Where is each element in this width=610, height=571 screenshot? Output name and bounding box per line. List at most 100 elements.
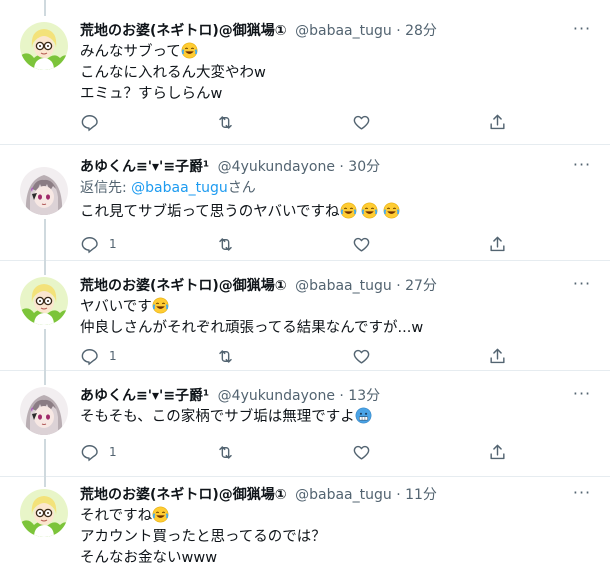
tweet-actions: 1 xyxy=(80,345,510,367)
tweet[interactable]: 荒地のお婆(ネギトロ)@御猟場① @babaa_tugu · 27分 ··· ヤ… xyxy=(0,261,610,371)
reply-suffix: さん xyxy=(227,180,256,196)
tweet-header: 荒地のお婆(ネギトロ)@御猟場① @babaa_tugu · 27分 xyxy=(80,275,594,297)
retweet-icon xyxy=(219,349,232,363)
laughing-emoji-icon xyxy=(340,202,357,219)
timestamp[interactable]: · 28分 xyxy=(396,23,437,39)
avatar[interactable] xyxy=(20,387,68,435)
reply-icon xyxy=(81,236,98,253)
replying-to: 返信先: @babaa_tuguさん xyxy=(80,178,594,198)
tweet[interactable]: 荒地のお婆(ネギトロ)@御猟場① @babaa_tugu · 11分 ··· そ… xyxy=(0,477,610,571)
tweet-text: これ見てサブ垢って思うのヤバいですね xyxy=(80,202,594,223)
reply-count: 1 xyxy=(109,445,117,459)
share-button[interactable] xyxy=(488,441,510,463)
laughing-emoji-icon xyxy=(361,202,378,219)
thread-line-top xyxy=(44,0,46,16)
share-icon xyxy=(490,236,505,251)
tweet[interactable]: 荒地のお婆(ネギトロ)@御猟場① @babaa_tugu · 28分 ··· み… xyxy=(0,0,610,145)
retweet-button[interactable] xyxy=(216,111,276,133)
retweet-button[interactable] xyxy=(216,345,276,367)
tweet[interactable]: あゆくん≡'▾'≡子爵¹ @4yukundayone · 13分 ··· そもそ… xyxy=(0,371,610,477)
retweet-button[interactable] xyxy=(216,233,276,255)
tweet-line: 仲良しさんがそれぞれ頑張ってる結果なんですが...w xyxy=(80,320,424,336)
tweet-header: あゆくん≡'▾'≡子爵¹ @4yukundayone · 13分 xyxy=(80,385,594,407)
tweet-header: あゆくん≡'▾'≡子爵¹ @4yukundayone · 30分 xyxy=(80,156,594,178)
tweet[interactable]: あゆくん≡'▾'≡子爵¹ @4yukundayone · 30分 ··· 返信先… xyxy=(0,145,610,261)
username[interactable]: @4yukundayone xyxy=(218,159,335,175)
tweet-header: 荒地のお婆(ネギトロ)@御猟場① @babaa_tugu · 28分 xyxy=(80,20,594,42)
avatar[interactable] xyxy=(20,167,68,215)
retweet-icon xyxy=(219,445,232,459)
share-icon xyxy=(490,444,505,459)
reply-button[interactable] xyxy=(80,111,140,133)
laughing-emoji-icon xyxy=(383,202,400,219)
thread-line-top xyxy=(44,371,46,385)
tweet-line: みんなサブって xyxy=(80,44,181,60)
display-name[interactable]: あゆくん≡'▾'≡子爵¹ xyxy=(80,388,209,404)
retweet-icon xyxy=(219,115,232,129)
reply-prefix: 返信先: xyxy=(80,180,127,196)
tweet-line: そんなお金ないwww xyxy=(80,550,218,566)
username[interactable]: @4yukundayone xyxy=(218,388,335,404)
avatar[interactable] xyxy=(20,22,68,70)
reply-button[interactable]: 1 xyxy=(80,441,140,463)
tweet-text: そもそも、この家柄でサブ垢は無理ですよ xyxy=(80,407,594,428)
thread-line xyxy=(44,329,46,371)
thread-line xyxy=(44,439,46,477)
reply-to-link[interactable]: @babaa_tugu xyxy=(131,180,228,196)
reply-icon xyxy=(81,114,98,131)
display-name[interactable]: 荒地のお婆(ネギトロ)@御猟場① xyxy=(80,487,287,503)
retweet-button[interactable] xyxy=(216,441,276,463)
display-name[interactable]: 荒地のお婆(ネギトロ)@御猟場① xyxy=(80,278,287,294)
more-options-icon[interactable]: ··· xyxy=(570,484,594,506)
cold-face-emoji-icon xyxy=(355,407,372,424)
laughing-emoji-icon xyxy=(152,506,169,523)
reply-button[interactable]: 1 xyxy=(80,345,140,367)
tweet-header: 荒地のお婆(ネギトロ)@御猟場① @babaa_tugu · 11分 xyxy=(80,484,594,506)
display-name[interactable]: 荒地のお婆(ネギトロ)@御猟場① xyxy=(80,23,287,39)
tweet-text: それですね アカウント買ったと思ってるのでは？ そんなお金ないwww xyxy=(80,506,594,569)
tweet-line: これ見てサブ垢って思うのヤバいですね xyxy=(80,204,340,220)
timestamp[interactable]: · 27分 xyxy=(396,278,437,294)
username[interactable]: @babaa_tugu xyxy=(295,487,392,503)
retweet-icon xyxy=(219,237,232,251)
reply-icon xyxy=(81,348,98,365)
like-button[interactable] xyxy=(352,345,412,367)
avatar[interactable] xyxy=(20,489,68,537)
avatar[interactable] xyxy=(20,277,68,325)
more-options-icon[interactable]: ··· xyxy=(570,156,594,178)
thread-line-top xyxy=(44,261,46,275)
reply-button[interactable]: 1 xyxy=(80,233,140,255)
tweet-line: エミュ？すらしらんw xyxy=(80,86,223,102)
timestamp[interactable]: · 13分 xyxy=(339,388,380,404)
tweet-line: ヤバいです xyxy=(80,299,152,315)
share-button[interactable] xyxy=(488,111,510,133)
tweet-thread: 荒地のお婆(ネギトロ)@御猟場① @babaa_tugu · 28分 ··· み… xyxy=(0,0,610,571)
heart-icon xyxy=(353,445,370,460)
username[interactable]: @babaa_tugu xyxy=(295,278,392,294)
heart-icon xyxy=(353,349,370,364)
like-button[interactable] xyxy=(352,441,412,463)
tweet-line: こんなに入れるん大変やわw xyxy=(80,65,266,81)
more-options-icon[interactable]: ··· xyxy=(570,385,594,407)
heart-icon xyxy=(353,237,370,252)
tweet-actions: 1 xyxy=(80,441,510,463)
tweet-line: アカウント買ったと思ってるのでは？ xyxy=(80,529,326,545)
laughing-emoji-icon xyxy=(181,42,198,59)
thread-line xyxy=(44,219,46,261)
more-options-icon[interactable]: ··· xyxy=(570,20,594,42)
like-button[interactable] xyxy=(352,111,412,133)
share-button[interactable] xyxy=(488,345,510,367)
like-button[interactable] xyxy=(352,233,412,255)
reply-icon xyxy=(81,444,98,461)
reply-count: 1 xyxy=(109,349,117,363)
more-options-icon[interactable]: ··· xyxy=(570,275,594,297)
timestamp[interactable]: · 11分 xyxy=(396,487,437,503)
timestamp[interactable]: · 30分 xyxy=(339,159,380,175)
tweet-text: みんなサブって こんなに入れるん大変やわw エミュ？すらしらんw xyxy=(80,42,594,105)
display-name[interactable]: あゆくん≡'▾'≡子爵¹ xyxy=(80,159,209,175)
username[interactable]: @babaa_tugu xyxy=(295,23,392,39)
reply-count: 1 xyxy=(109,237,117,251)
tweet-actions: 1 xyxy=(80,233,510,255)
tweet-text: ヤバいです 仲良しさんがそれぞれ頑張ってる結果なんですが...w xyxy=(80,297,594,339)
share-button[interactable] xyxy=(488,233,510,255)
